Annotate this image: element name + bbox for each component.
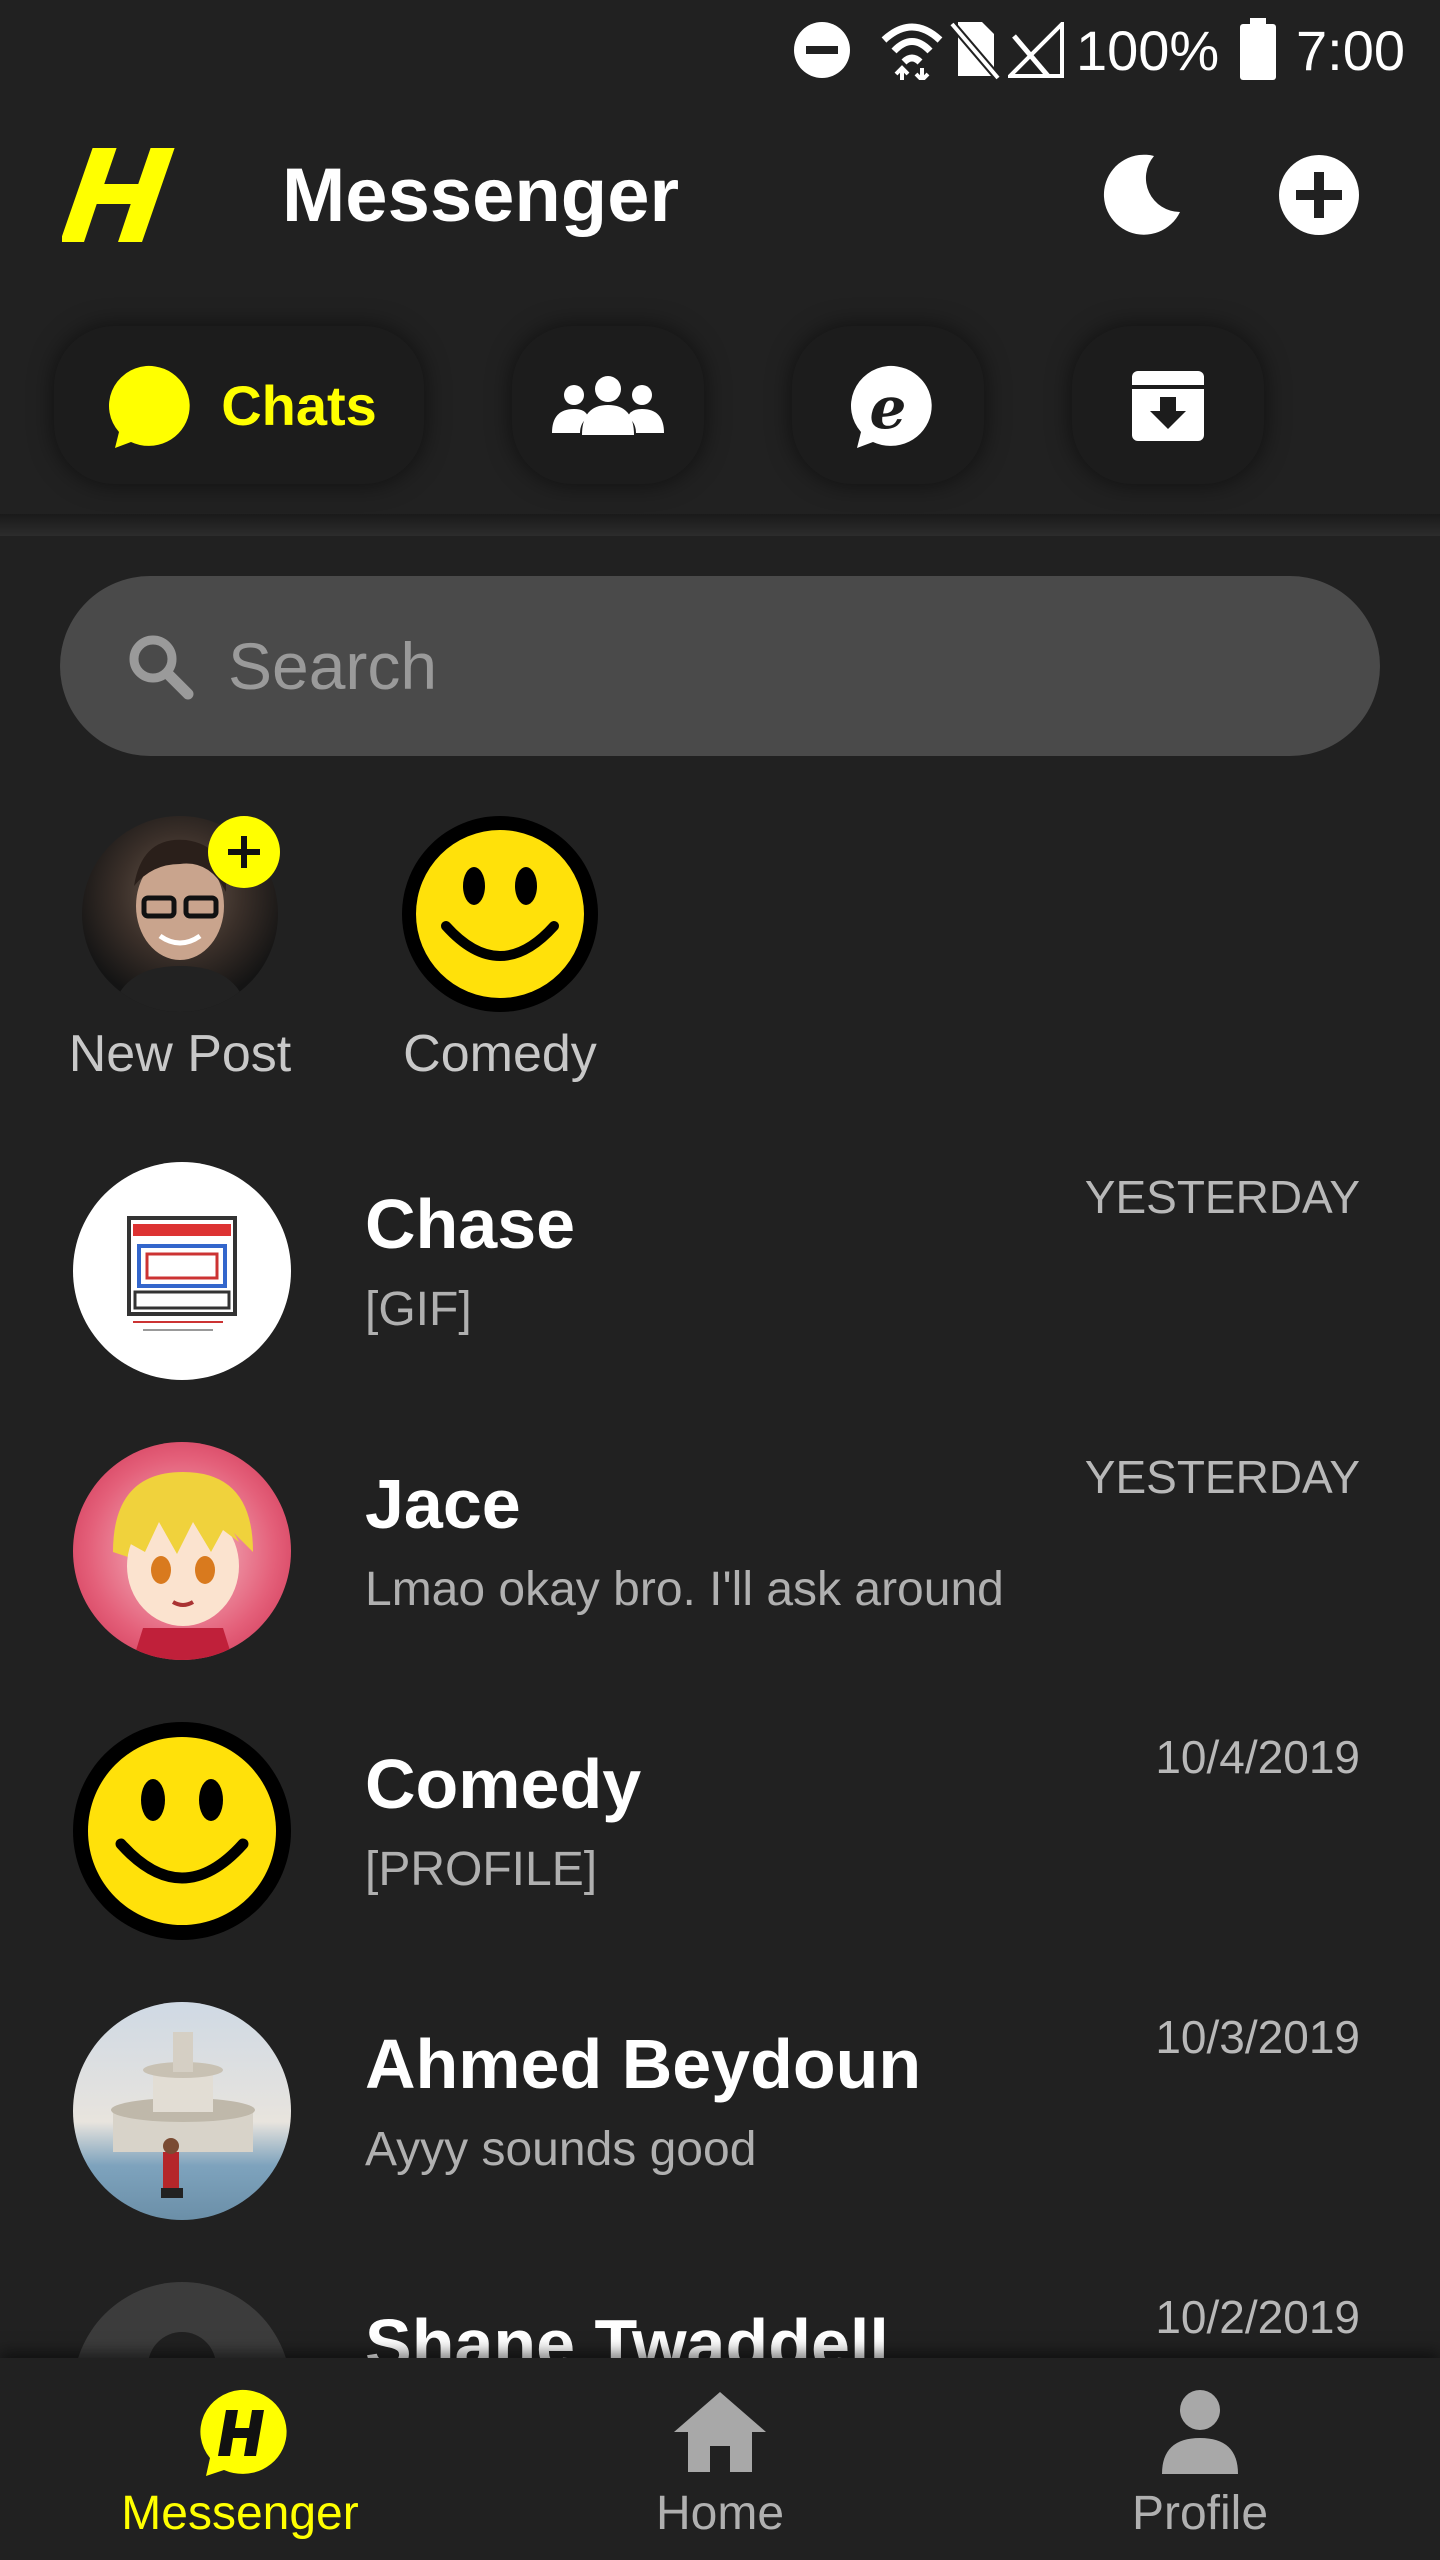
archive-icon bbox=[1132, 371, 1204, 441]
avatar bbox=[402, 816, 598, 1012]
battery-icon bbox=[1240, 18, 1276, 80]
chat-preview: [GIF] bbox=[365, 1283, 472, 1336]
chat-name: Comedy bbox=[365, 1745, 642, 1823]
nav-home[interactable]: Home bbox=[540, 2358, 900, 2560]
nav-home-label: Home bbox=[655, 2487, 785, 2540]
search-placeholder: Search bbox=[228, 629, 438, 703]
avatar bbox=[73, 1722, 291, 1940]
tab-groups[interactable] bbox=[512, 326, 704, 484]
search-icon bbox=[129, 635, 194, 700]
avatar bbox=[73, 2002, 291, 2220]
mention-bubble-icon: e bbox=[850, 365, 932, 448]
dark-mode-button[interactable] bbox=[1084, 140, 1194, 250]
svg-text:e: e bbox=[870, 374, 907, 442]
tab-archive[interactable] bbox=[1072, 326, 1264, 484]
chat-name: Ahmed Beydoun bbox=[365, 2025, 922, 2103]
no-sim-icon bbox=[950, 21, 1000, 80]
chat-preview: Lmao okay bro. I'll ask around bbox=[365, 1563, 1004, 1616]
story-label: New Post bbox=[68, 1025, 292, 1083]
tab-chats-label: Chats bbox=[221, 373, 377, 437]
bottom-nav: Messenger Home Profile bbox=[0, 2358, 1440, 2560]
anime-avatar bbox=[113, 1472, 253, 1660]
page-title: Messenger bbox=[282, 153, 680, 238]
home-icon bbox=[674, 2392, 766, 2472]
signal-icon bbox=[1008, 22, 1064, 78]
group-icon bbox=[552, 376, 664, 435]
chat-row-ahmed-beydoun[interactable]: Ahmed Beydoun Ayyy sounds good 10/3/2019 bbox=[0, 1972, 1440, 2252]
chat-row-jace[interactable]: Jace Lmao okay bro. I'll ask around YEST… bbox=[0, 1412, 1440, 1692]
chat-time: 10/2/2019 bbox=[1155, 2291, 1360, 2343]
messenger-logo-icon bbox=[200, 2389, 287, 2476]
do-not-disturb-icon bbox=[794, 22, 850, 78]
chat-preview: [PROFILE] bbox=[365, 1843, 598, 1896]
chat-name: Chase bbox=[365, 1185, 576, 1263]
clock: 7:00 bbox=[1296, 19, 1405, 82]
chat-time: 10/4/2019 bbox=[1155, 1731, 1360, 1783]
new-chat-button[interactable] bbox=[1264, 140, 1374, 250]
chat-time: YESTERDAY bbox=[1084, 1171, 1360, 1223]
tab-chats[interactable]: Chats bbox=[54, 326, 424, 484]
chat-bubble-icon bbox=[109, 365, 190, 448]
story-comedy[interactable] bbox=[402, 816, 598, 1012]
tabs-divider bbox=[0, 514, 1440, 536]
chat-time: 10/3/2019 bbox=[1155, 2011, 1360, 2063]
chat-row-chase[interactable]: Chase [GIF] YESTERDAY bbox=[0, 1132, 1440, 1412]
smiley-icon bbox=[416, 830, 584, 998]
smiley-icon bbox=[88, 1737, 276, 1925]
add-circle-icon bbox=[1279, 155, 1359, 235]
moon-icon bbox=[1103, 154, 1180, 235]
wifi-icon bbox=[881, 23, 943, 80]
nav-messenger-label: Messenger bbox=[121, 2487, 359, 2540]
status-bar: 100% 7:00 bbox=[0, 0, 1440, 100]
story-label: Comedy bbox=[403, 1025, 597, 1083]
profile-icon bbox=[1162, 2390, 1238, 2474]
nav-profile[interactable]: Profile bbox=[1020, 2358, 1380, 2560]
nav-messenger[interactable]: Messenger bbox=[60, 2358, 420, 2560]
avatar bbox=[73, 1442, 291, 1660]
add-post-icon bbox=[208, 816, 280, 888]
chat-name: Jace bbox=[365, 1465, 521, 1543]
chat-time: YESTERDAY bbox=[1084, 1451, 1360, 1503]
nav-profile-label: Profile bbox=[1131, 2487, 1269, 2540]
battery-percent: 100% bbox=[1076, 19, 1220, 82]
gif-thumbnail bbox=[127, 1216, 237, 1331]
chat-preview: Ayyy sounds good bbox=[365, 2123, 757, 2176]
fountain-photo bbox=[111, 2032, 255, 2198]
app-logo-icon bbox=[62, 148, 175, 242]
chat-row-comedy[interactable]: Comedy [PROFILE] 10/4/2019 bbox=[0, 1692, 1440, 1972]
avatar bbox=[73, 1162, 291, 1380]
tab-mentions[interactable]: e bbox=[792, 326, 984, 484]
